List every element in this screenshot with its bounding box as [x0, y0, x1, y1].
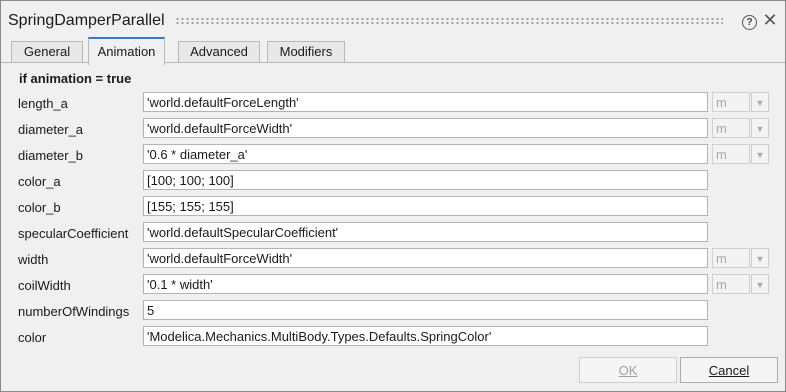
help-icon[interactable]: ? — [742, 15, 757, 30]
param-label: color_b — [18, 200, 61, 215]
dialog-title: SpringDamperParallel — [8, 12, 165, 29]
param-value-field[interactable]: '0.6 * diameter_a' — [143, 144, 708, 164]
param-row-color: color 'Modelica.Mechanics.MultiBody.Type… — [1, 326, 785, 350]
tab-general[interactable]: General — [11, 41, 83, 62]
chevron-down-icon[interactable]: ▼ — [751, 274, 769, 294]
param-row-diameter-b: diameter_b '0.6 * diameter_a' m ▼ — [1, 144, 785, 168]
param-value-field[interactable]: [100; 100; 100] — [143, 170, 708, 190]
param-row-width: width 'world.defaultForceWidth' m ▼ — [1, 248, 785, 272]
param-label: color — [18, 330, 47, 345]
param-value-field[interactable]: 5 — [143, 300, 708, 320]
ok-button-label: OK — [618, 363, 638, 378]
param-row-number-of-windings: numberOfWindings 5 — [1, 300, 785, 324]
param-label: coilWidth — [18, 278, 71, 293]
chevron-down-icon[interactable]: ▼ — [751, 118, 769, 138]
param-value-field[interactable]: '0.1 * width' — [143, 274, 708, 294]
param-label: color_a — [18, 174, 61, 189]
param-value-field[interactable]: 'world.defaultForceWidth' — [143, 118, 708, 138]
chevron-down-icon[interactable]: ▼ — [751, 248, 769, 268]
param-value-field[interactable]: [155; 155; 155] — [143, 196, 708, 216]
unit-select[interactable]: m — [712, 144, 750, 164]
unit-select[interactable]: m — [712, 248, 750, 268]
ok-button[interactable]: OK — [579, 357, 677, 383]
dialog-window: SpringDamperParallel ? ✕ General Animati… — [0, 0, 786, 392]
param-row-specular-coefficient: specularCoefficient 'world.defaultSpecul… — [1, 222, 785, 246]
cancel-button[interactable]: Cancel — [680, 357, 778, 383]
cancel-button-label: Cancel — [708, 363, 750, 378]
param-row-color-a: color_a [100; 100; 100] — [1, 170, 785, 194]
section-header: if animation = true — [19, 71, 132, 86]
param-label: diameter_a — [18, 122, 84, 137]
param-row-length-a: length_a 'world.defaultForceLength' m ▼ — [1, 92, 785, 116]
param-label: width — [18, 252, 49, 267]
chevron-down-icon[interactable]: ▼ — [751, 144, 769, 164]
param-row-color-b: color_b [155; 155; 155] — [1, 196, 785, 220]
tab-advanced[interactable]: Advanced — [178, 41, 260, 62]
param-value-field[interactable]: 'world.defaultForceWidth' — [143, 248, 708, 268]
param-value-field[interactable]: 'Modelica.Mechanics.MultiBody.Types.Defa… — [143, 326, 708, 346]
param-label: numberOfWindings — [18, 304, 130, 319]
param-row-coil-width: coilWidth '0.1 * width' m ▼ — [1, 274, 785, 298]
param-value-field[interactable]: 'world.defaultSpecularCoefficient' — [143, 222, 708, 242]
title-bar[interactable]: SpringDamperParallel ? ✕ — [1, 1, 785, 35]
param-row-diameter-a: diameter_a 'world.defaultForceWidth' m ▼ — [1, 118, 785, 142]
tab-animation[interactable]: Animation — [88, 37, 165, 65]
unit-select[interactable]: m — [712, 274, 750, 294]
tab-bar: General Animation Advanced Modifiers — [1, 37, 785, 65]
param-label: length_a — [18, 96, 68, 111]
param-value-field[interactable]: 'world.defaultForceLength' — [143, 92, 708, 112]
drag-grip[interactable] — [175, 17, 723, 25]
tab-modifiers[interactable]: Modifiers — [267, 41, 345, 62]
close-icon[interactable]: ✕ — [762, 11, 778, 29]
chevron-down-icon[interactable]: ▼ — [751, 92, 769, 112]
unit-select[interactable]: m — [712, 92, 750, 112]
unit-select[interactable]: m — [712, 118, 750, 138]
param-label: diameter_b — [18, 148, 84, 163]
param-label: specularCoefficient — [18, 226, 129, 241]
